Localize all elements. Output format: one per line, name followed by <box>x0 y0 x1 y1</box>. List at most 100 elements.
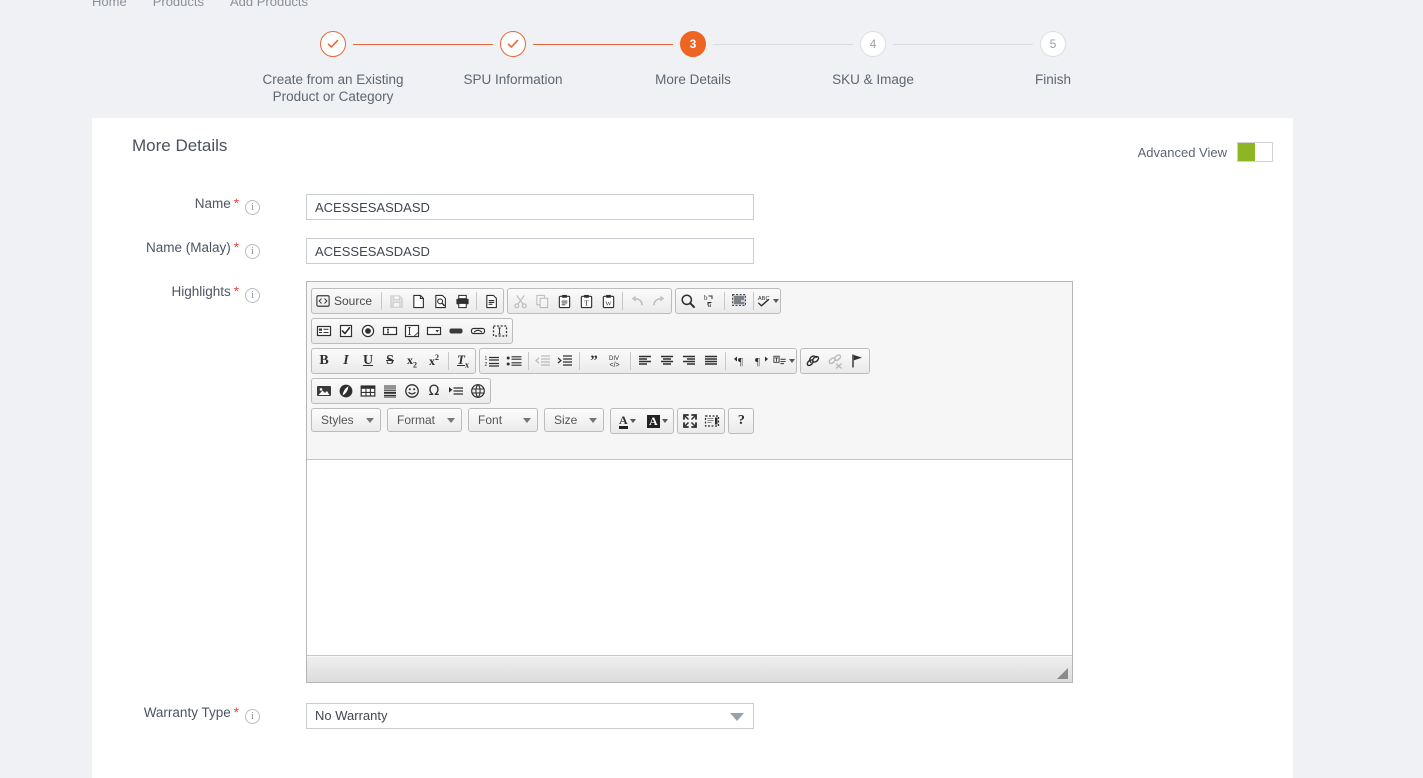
image-icon[interactable] <box>313 380 335 402</box>
textarea-icon[interactable] <box>401 320 423 342</box>
table-icon[interactable] <box>357 380 379 402</box>
highlights-info-icon[interactable]: i <box>245 288 260 303</box>
remove-format-icon[interactable]: Tx <box>452 350 474 372</box>
toolbar-row-insert: Ω <box>311 376 1070 406</box>
source-button[interactable]: Source <box>313 290 378 312</box>
flash-icon[interactable] <box>335 380 357 402</box>
text-direction-rtl-icon[interactable]: ¶ <box>751 350 773 372</box>
step-3-bubble: 3 <box>680 31 706 57</box>
breadcrumb-item-home[interactable]: Home <box>92 0 127 9</box>
create-div-icon[interactable]: DIV </> <box>605 350 627 372</box>
show-blocks-icon[interactable] <box>701 410 723 432</box>
blockquote-icon[interactable]: ” <box>583 350 605 372</box>
source-button-label: Source <box>334 294 373 308</box>
justify-icon[interactable] <box>700 350 722 372</box>
name-malay-input[interactable] <box>306 238 754 264</box>
name-malay-info-icon[interactable]: i <box>245 244 260 259</box>
cut-icon[interactable] <box>509 290 531 312</box>
underline-icon[interactable]: U <box>357 350 379 372</box>
align-left-icon[interactable] <box>634 350 656 372</box>
decrease-indent-icon[interactable] <box>532 350 554 372</box>
print-icon[interactable] <box>451 290 473 312</box>
special-character-icon[interactable]: Ω <box>423 380 445 402</box>
language-icon[interactable] <box>773 350 795 372</box>
save-icon[interactable] <box>385 290 407 312</box>
align-right-icon[interactable] <box>678 350 700 372</box>
text-color-icon[interactable]: A <box>612 410 642 432</box>
wizard-stepper: Create from an Existing Product or Catego… <box>0 28 1423 104</box>
font-combo[interactable]: Font <box>468 408 539 432</box>
form-icon[interactable] <box>313 320 335 342</box>
separator <box>753 292 755 310</box>
breadcrumb-item-products[interactable]: Products <box>153 0 204 9</box>
image-button-icon[interactable] <box>467 320 489 342</box>
resize-grip[interactable] <box>1057 668 1068 679</box>
link-icon[interactable] <box>802 350 824 372</box>
italic-icon[interactable]: I <box>335 350 357 372</box>
superscript-icon[interactable]: x2 <box>423 350 445 372</box>
radio-button-icon[interactable] <box>357 320 379 342</box>
warranty-type-select[interactable]: No Warranty <box>306 703 754 729</box>
numbered-list-icon[interactable]: 12 <box>481 350 503 372</box>
paste-icon[interactable] <box>553 290 575 312</box>
chevron-down-icon <box>366 417 374 423</box>
select-field-icon[interactable] <box>423 320 445 342</box>
styles-combo[interactable]: Styles <box>311 408 381 432</box>
about-icon[interactable]: ? <box>730 410 752 432</box>
text-direction-ltr-icon[interactable]: ¶ <box>729 350 751 372</box>
text-field-icon[interactable] <box>379 320 401 342</box>
step-3-more-details[interactable]: 3 More Details <box>593 28 793 88</box>
undo-icon[interactable] <box>626 290 648 312</box>
step-2-label: SPU Information <box>463 72 563 87</box>
editor-content-area[interactable] <box>307 459 1072 656</box>
toggle-on-track <box>1238 143 1256 161</box>
subscript-icon[interactable]: x2 <box>401 350 423 372</box>
chevron-down-icon <box>730 713 744 721</box>
find-icon[interactable] <box>677 290 699 312</box>
page-break-icon[interactable] <box>445 380 467 402</box>
smiley-icon[interactable] <box>401 380 423 402</box>
format-combo[interactable]: Format <box>387 408 463 432</box>
bold-icon[interactable]: B <box>313 350 335 372</box>
anchor-icon[interactable] <box>846 350 868 372</box>
name-info-icon[interactable]: i <box>245 200 260 215</box>
warranty-type-info-icon[interactable]: i <box>245 709 260 724</box>
advanced-view-toggle[interactable] <box>1237 142 1273 162</box>
paste-word-icon[interactable]: W <box>597 290 619 312</box>
iframe-icon[interactable] <box>467 380 489 402</box>
strikethrough-icon[interactable]: S <box>379 350 401 372</box>
step-2-spu-information[interactable]: SPU Information <box>413 28 613 88</box>
hidden-field-icon[interactable] <box>489 320 511 342</box>
svg-text:T: T <box>584 298 589 307</box>
page-title: More Details <box>132 136 228 155</box>
bulleted-list-icon[interactable] <box>503 350 525 372</box>
background-color-icon[interactable]: A <box>642 410 672 432</box>
chevron-down-icon <box>661 419 668 423</box>
button-icon[interactable] <box>445 320 467 342</box>
replace-icon[interactable]: ba <box>699 290 721 312</box>
spell-check-icon[interactable]: ABC <box>757 290 780 312</box>
select-all-icon[interactable] <box>728 290 750 312</box>
toolbar-row-styles: Styles Format Font Size A A ? <box>311 406 1070 436</box>
checkbox-icon[interactable] <box>335 320 357 342</box>
svg-text:</>: </> <box>610 362 620 369</box>
paste-text-icon[interactable]: T <box>575 290 597 312</box>
step-4-sku-image[interactable]: 4 SKU & Image <box>773 28 973 88</box>
name-input[interactable] <box>306 194 754 220</box>
copy-icon[interactable] <box>531 290 553 312</box>
size-combo[interactable]: Size <box>544 408 605 432</box>
toolbar-group-clipboard: T W <box>507 288 673 314</box>
step-1-create-from-existing[interactable]: Create from an Existing Product or Catego… <box>233 28 433 105</box>
unlink-icon[interactable] <box>824 350 846 372</box>
maximize-icon[interactable] <box>679 410 701 432</box>
new-page-icon[interactable] <box>407 290 429 312</box>
chevron-down-icon <box>447 417 456 423</box>
breadcrumb-item-add-products[interactable]: Add Products <box>230 0 308 9</box>
horizontal-rule-icon[interactable] <box>379 380 401 402</box>
preview-icon[interactable] <box>429 290 451 312</box>
templates-icon[interactable] <box>480 290 502 312</box>
increase-indent-icon[interactable] <box>554 350 576 372</box>
step-5-finish[interactable]: 5 Finish <box>953 28 1153 88</box>
redo-icon[interactable] <box>648 290 670 312</box>
align-center-icon[interactable] <box>656 350 678 372</box>
